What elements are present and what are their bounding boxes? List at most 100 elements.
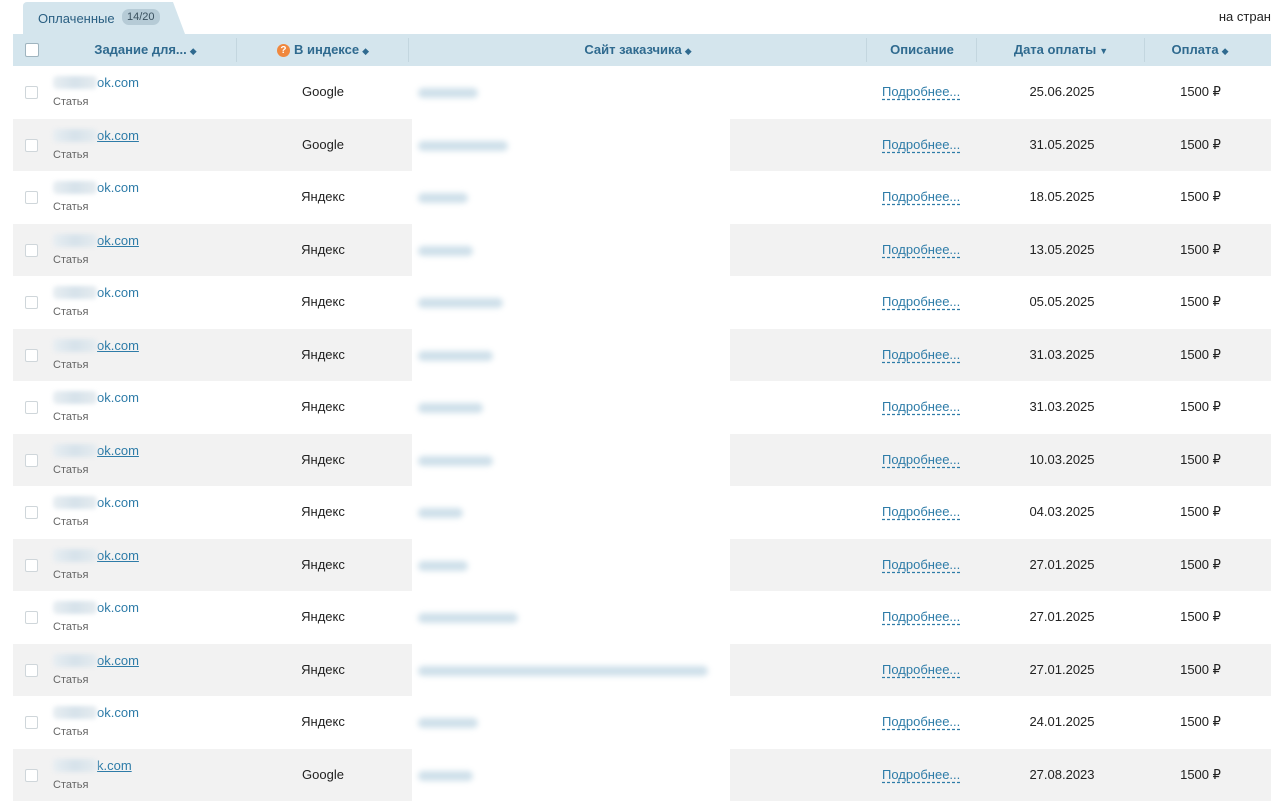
task-site-link[interactable]: ok.com — [53, 390, 139, 405]
details-link[interactable]: Подробнее... — [882, 329, 960, 381]
table-row: ok.com Статья Яндекс Подробнее... 27.01.2025… — [13, 591, 1271, 644]
task-site-link[interactable]: ok.com — [53, 180, 139, 195]
task-site-link[interactable]: ok.com — [53, 705, 139, 720]
task-site-link[interactable]: ok.com — [53, 233, 139, 248]
details-link[interactable]: Подробнее... — [882, 434, 960, 486]
payment-date: 31.03.2025 — [1029, 399, 1095, 414]
tab-paid[interactable]: Оплаченные 14/20 — [23, 2, 185, 34]
task-type: Статья — [53, 673, 89, 686]
payment-amount: 1500 ₽ — [1180, 294, 1221, 309]
row-checkbox[interactable] — [25, 296, 38, 309]
redacted-text — [418, 508, 463, 518]
column-index[interactable]: ? В индексе ◆ — [237, 34, 409, 66]
task-site-label: ok.com — [97, 652, 139, 668]
row-checkbox[interactable] — [25, 243, 38, 257]
redacted-text — [53, 443, 97, 457]
task-type: Статья — [53, 726, 89, 738]
column-task[interactable]: Задание для... ◆ — [53, 34, 238, 66]
task-site-label: ok.com — [97, 495, 139, 510]
row-checkbox[interactable] — [25, 506, 38, 519]
redacted-text — [418, 718, 478, 728]
task-site-link[interactable]: ok.com — [53, 128, 139, 143]
column-task-label: Задание для... — [94, 42, 187, 57]
redacted-text — [418, 403, 483, 413]
payment-date: 31.05.2025 — [1029, 136, 1095, 152]
table-row: ok.com Статья Google Подробнее... 31.05.2025… — [13, 118, 1271, 171]
payment-amount: 1500 ₽ — [1180, 241, 1221, 257]
payment-date: 10.03.2025 — [1029, 451, 1095, 467]
table-row: ok.com Статья Яндекс Подробнее... 24.01.2025… — [13, 696, 1271, 749]
payment-amount: 1500 ₽ — [1180, 661, 1221, 677]
customer-site-redacted — [412, 748, 730, 801]
column-index-label: В индексе — [293, 42, 360, 57]
column-customer[interactable]: Сайт заказчика ◆ — [409, 34, 867, 66]
redacted-text — [53, 338, 97, 352]
customer-site-redacted — [412, 118, 730, 171]
row-checkbox[interactable] — [25, 611, 38, 624]
table-row: ok.com Статья Яндекс Подробнее... 31.03.2025… — [13, 381, 1271, 434]
column-customer-label: Сайт заказчика — [584, 42, 682, 57]
details-link[interactable]: Подробнее... — [882, 224, 960, 276]
task-site-link[interactable]: ok.com — [53, 443, 139, 458]
task-type: Статья — [53, 621, 89, 633]
column-payment[interactable]: Оплата ◆ — [1145, 34, 1255, 66]
column-date[interactable]: Дата оплаты ▼ — [977, 34, 1145, 66]
task-site-link[interactable]: ok.com — [53, 653, 139, 668]
payment-date: 25.06.2025 — [1029, 84, 1095, 99]
details-link[interactable]: Подробнее... — [882, 66, 960, 118]
row-checkbox[interactable] — [25, 558, 38, 572]
help-icon[interactable]: ? — [276, 44, 290, 57]
details-link[interactable]: Подробнее... — [882, 696, 960, 748]
table-row: k.com Статья Google Подробнее... 27.08.2023 1… — [13, 748, 1271, 801]
details-link[interactable]: Подробнее... — [882, 644, 960, 696]
row-checkbox[interactable] — [25, 138, 38, 152]
task-site-link[interactable]: ok.com — [53, 495, 139, 510]
payment-amount: 1500 ₽ — [1180, 766, 1221, 782]
row-checkbox[interactable] — [25, 86, 38, 99]
table-row: ok.com Статья Яндекс Подробнее... 31.03.2025… — [13, 328, 1271, 381]
task-site-label: ok.com — [97, 232, 139, 248]
customer-site-redacted — [412, 486, 730, 539]
select-all-checkbox[interactable] — [25, 43, 39, 57]
row-checkbox[interactable] — [25, 453, 38, 467]
redacted-text — [418, 245, 473, 256]
task-site-link[interactable]: ok.com — [53, 600, 139, 615]
task-site-link[interactable]: ok.com — [53, 548, 139, 563]
redacted-text — [418, 560, 468, 571]
index-engine: Яндекс — [301, 451, 345, 467]
payment-amount: 1500 ₽ — [1180, 714, 1221, 729]
tab-paid-count-badge: 14/20 — [122, 9, 160, 25]
sort-icon: ◆ — [189, 46, 197, 56]
row-checkbox[interactable] — [25, 663, 38, 677]
column-date-label: Дата оплаты — [1013, 42, 1097, 57]
task-site-link[interactable]: ok.com — [53, 285, 139, 300]
index-engine: Яндекс — [301, 346, 345, 362]
table-header: Задание для... ◆ ? В индексе ◆ Сайт заказчи… — [13, 34, 1271, 66]
task-site-link[interactable]: ok.com — [53, 338, 139, 353]
customer-site-redacted — [412, 223, 730, 276]
row-checkbox[interactable] — [25, 401, 38, 414]
details-link[interactable]: Подробнее... — [882, 119, 960, 171]
per-page-label[interactable]: на стран — [1219, 9, 1271, 24]
details-link[interactable]: Подробнее... — [882, 591, 960, 643]
details-link[interactable]: Подробнее... — [882, 276, 960, 328]
row-checkbox[interactable] — [25, 768, 38, 782]
details-link[interactable]: Подробнее... — [882, 381, 960, 433]
task-site-link[interactable]: k.com — [53, 758, 132, 773]
payment-date: 05.05.2025 — [1029, 294, 1095, 309]
customer-site-redacted — [412, 171, 730, 224]
task-type: Статья — [53, 306, 89, 318]
sort-icon: ◆ — [1221, 46, 1229, 56]
task-site-label: ok.com — [97, 337, 139, 353]
details-link[interactable]: Подробнее... — [882, 749, 960, 801]
details-link[interactable]: Подробнее... — [882, 171, 960, 223]
customer-site-redacted — [412, 381, 730, 434]
row-checkbox[interactable] — [25, 348, 38, 362]
payment-date: 24.01.2025 — [1029, 714, 1095, 729]
details-link[interactable]: Подробнее... — [882, 539, 960, 591]
row-checkbox[interactable] — [25, 716, 38, 729]
row-checkbox[interactable] — [25, 191, 38, 204]
task-site-link[interactable]: ok.com — [53, 75, 139, 90]
redacted-text — [53, 706, 97, 719]
details-link[interactable]: Подробнее... — [882, 486, 960, 538]
